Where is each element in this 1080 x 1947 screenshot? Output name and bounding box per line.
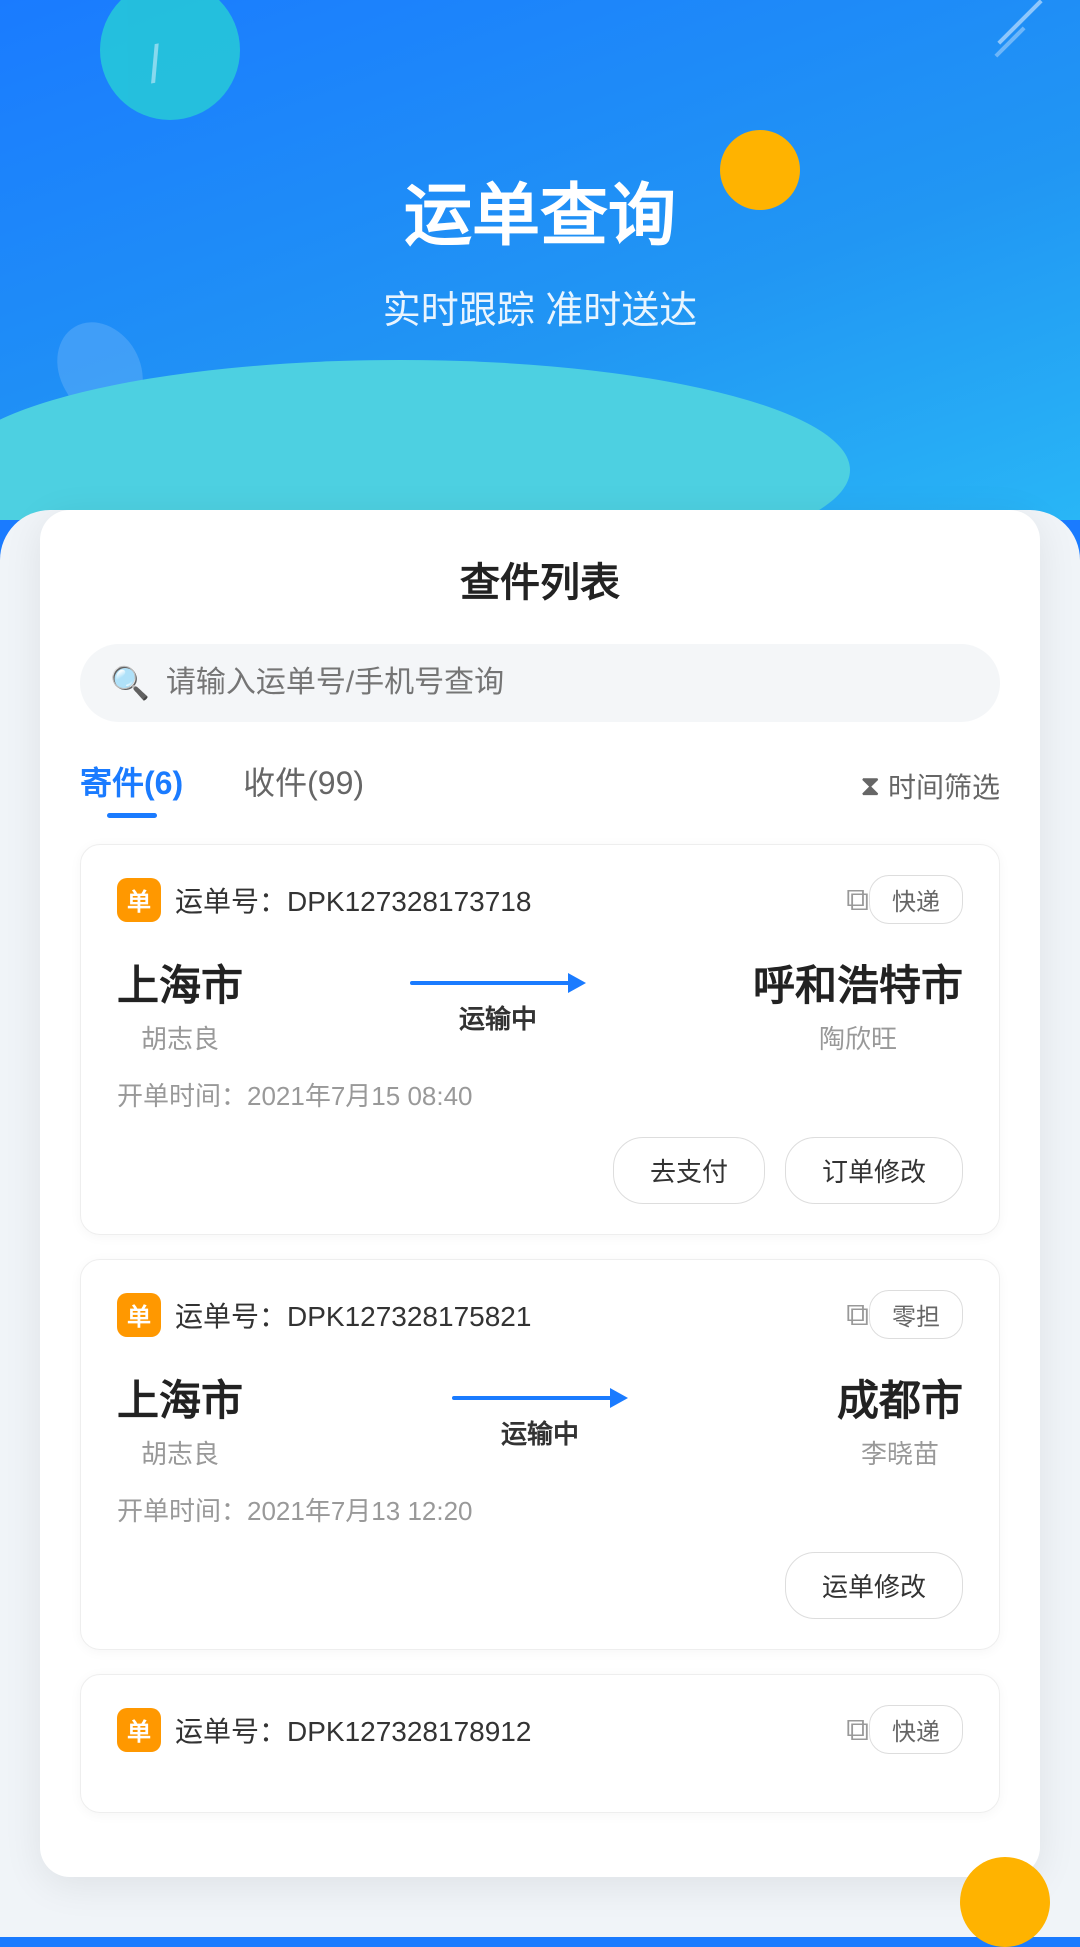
search-icon: 🔍: [110, 664, 150, 702]
order-icon-3: 单: [117, 1708, 161, 1752]
deco-yellow-bottom: [960, 1857, 1050, 1947]
pay-button-1[interactable]: 去支付: [613, 1137, 765, 1204]
hero-section: 运单查询 实时跟踪 准时送达: [0, 0, 1080, 520]
route-row-1: 上海市 胡志良 运输中 呼和浩特市 陶欣旺: [117, 952, 963, 1056]
open-time-2: 开单时间：2021年7月13 12:20: [117, 1491, 963, 1528]
shipment-card-1: 单 运单号：DPK127328173718 ⧉ 快递 上海市 胡志良 运输中: [80, 844, 1000, 1235]
search-bar: 🔍: [80, 644, 1000, 722]
card-panel: 查件列表 🔍 寄件(6) 收件(99) ⧗ 时间筛选 单 运单号：DPK1273…: [40, 510, 1040, 1877]
arrow-line-2: [452, 1388, 628, 1408]
card-header-3: 单 运单号：DPK127328178912 ⧉ 快递: [117, 1705, 963, 1754]
filter-label: 时间筛选: [888, 766, 1000, 806]
copy-icon-1[interactable]: ⧉: [846, 881, 869, 919]
copy-icon-2[interactable]: ⧉: [846, 1296, 869, 1334]
to-city-1: 呼和浩特市: [753, 952, 963, 1013]
modify-button-1[interactable]: 订单修改: [785, 1137, 963, 1204]
open-time-1: 开单时间：2021年7月15 08:40: [117, 1076, 963, 1113]
from-city-1: 上海市: [117, 952, 243, 1013]
arrow-status-2: 运输中: [452, 1388, 628, 1451]
hero-subtitle: 实时跟踪 准时送达: [0, 279, 1080, 334]
badge-2: 零担: [869, 1290, 963, 1339]
to-city-block-2: 成都市 李晓苗: [837, 1367, 963, 1471]
card-actions-2: 运单修改: [117, 1552, 963, 1619]
tab-received[interactable]: 收件(99): [243, 758, 364, 814]
from-city-block-1: 上海市 胡志良: [117, 952, 243, 1056]
order-number-2: 运单号：DPK127328175821: [175, 1295, 836, 1335]
badge-3: 快递: [869, 1705, 963, 1754]
route-row-2: 上海市 胡志良 运输中 成都市 李晓苗: [117, 1367, 963, 1471]
order-icon-2: 单: [117, 1293, 161, 1337]
order-icon-1: 单: [117, 878, 161, 922]
panel-title: 查件列表: [80, 550, 1000, 608]
line-segment-2: [452, 1396, 612, 1400]
card-actions-1: 去支付 订单修改: [117, 1137, 963, 1204]
from-person-2: 胡志良: [117, 1434, 243, 1471]
filter-icon: ⧗: [860, 770, 880, 803]
to-person-1: 陶欣旺: [753, 1019, 963, 1056]
tab-sent[interactable]: 寄件(6): [80, 758, 183, 814]
modify-button-2[interactable]: 运单修改: [785, 1552, 963, 1619]
from-person-1: 胡志良: [117, 1019, 243, 1056]
badge-1: 快递: [869, 875, 963, 924]
order-number-1: 运单号：DPK127328173718: [175, 880, 836, 920]
to-person-2: 李晓苗: [837, 1434, 963, 1471]
card-header-2: 单 运单号：DPK127328175821 ⧉ 零担: [117, 1290, 963, 1339]
line-segment-1: [410, 981, 570, 985]
hero-title: 运单查询: [0, 0, 1080, 259]
arrow-head-2: [610, 1388, 628, 1408]
arrow-status-1: 运输中: [410, 973, 586, 1036]
from-city-block-2: 上海市 胡志良: [117, 1367, 243, 1471]
status-text-1: 运输中: [459, 999, 537, 1036]
time-filter-button[interactable]: ⧗ 时间筛选: [860, 766, 1000, 806]
tabs-row: 寄件(6) 收件(99) ⧗ 时间筛选: [80, 758, 1000, 814]
main-content: 查件列表 🔍 寄件(6) 收件(99) ⧗ 时间筛选 单 运单号：DPK1273…: [0, 510, 1080, 1937]
arrow-head-1: [568, 973, 586, 993]
shipment-card-2: 单 运单号：DPK127328175821 ⧉ 零担 上海市 胡志良 运输中: [80, 1259, 1000, 1650]
copy-icon-3[interactable]: ⧉: [846, 1711, 869, 1749]
search-input[interactable]: [166, 666, 970, 700]
from-city-2: 上海市: [117, 1367, 243, 1428]
to-city-2: 成都市: [837, 1367, 963, 1428]
card-header-1: 单 运单号：DPK127328173718 ⧉ 快递: [117, 875, 963, 924]
shipment-card-3: 单 运单号：DPK127328178912 ⧉ 快递: [80, 1674, 1000, 1813]
to-city-block-1: 呼和浩特市 陶欣旺: [753, 952, 963, 1056]
status-text-2: 运输中: [501, 1414, 579, 1451]
order-number-3: 运单号：DPK127328178912: [175, 1710, 836, 1750]
arrow-line-1: [410, 973, 586, 993]
